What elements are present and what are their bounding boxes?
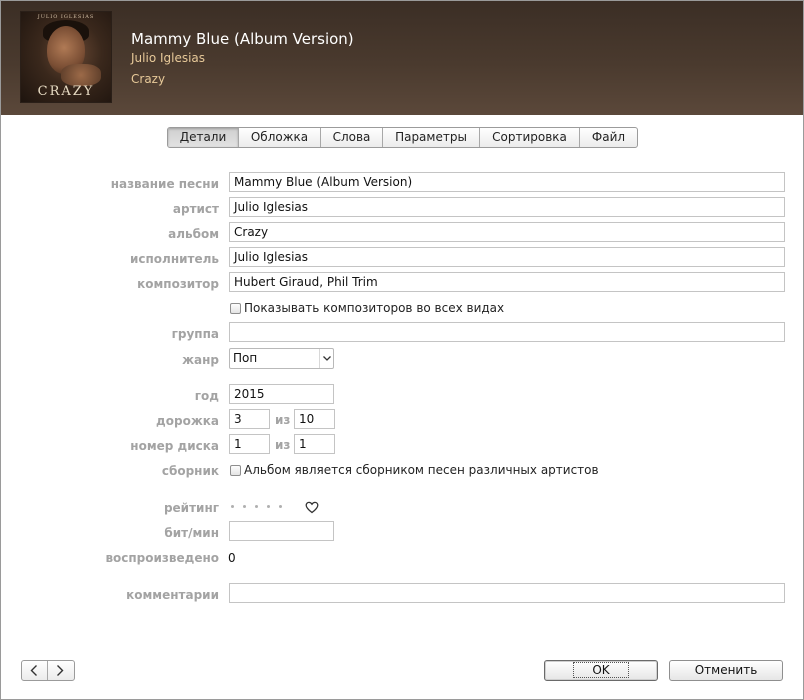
track-navigation [21, 660, 75, 681]
tab-artwork[interactable]: Обложка [239, 128, 321, 147]
bpm-label: бит/мин [164, 526, 219, 540]
chevron-right-icon [57, 665, 64, 676]
song-artist: Julio Iglesias [131, 51, 206, 65]
compilation-checkbox[interactable] [230, 465, 241, 476]
heart-icon[interactable] [305, 501, 319, 515]
ok-button-label: OK [573, 662, 629, 678]
year-label: год [194, 389, 219, 403]
comments-field[interactable] [229, 583, 785, 603]
compilation-checkbox-label: Альбом является сборником песен различны… [244, 463, 599, 477]
song-album: Crazy [131, 72, 166, 86]
bpm-field[interactable] [229, 521, 334, 541]
album-field[interactable]: Crazy [229, 222, 785, 242]
chevron-down-icon [319, 349, 333, 368]
genre-select-value: Поп [233, 351, 258, 365]
tab-lyrics[interactable]: Слова [321, 128, 383, 147]
get-info-dialog: JULIO IGLESIAS CRAZY Mammy Blue (Album V… [0, 0, 804, 700]
artist-field[interactable]: Julio Iglesias [229, 197, 785, 217]
rating-star-4[interactable] [267, 505, 270, 508]
cancel-button[interactable]: Отменить [669, 660, 783, 681]
disc-label: номер диска [130, 439, 219, 453]
tab-file[interactable]: Файл [580, 128, 637, 147]
tab-options[interactable]: Параметры [383, 128, 480, 147]
previous-track-button[interactable] [22, 661, 48, 680]
composer-label: композитор [137, 277, 219, 291]
artist-label: артист [172, 202, 219, 216]
plays-label: воспроизведено [105, 551, 219, 565]
song-name-label: название песни [110, 177, 219, 191]
rating-label: рейтинг [163, 501, 219, 515]
rating-star-2[interactable] [243, 505, 246, 508]
grouping-field[interactable] [229, 322, 785, 342]
song-title: Mammy Blue (Album Version) [131, 30, 354, 48]
tab-sorting[interactable]: Сортировка [480, 128, 580, 147]
album-label: альбом [168, 227, 219, 241]
header: JULIO IGLESIAS CRAZY Mammy Blue (Album V… [1, 1, 803, 115]
disc-number-field[interactable]: 1 [229, 434, 270, 454]
track-label: дорожка [156, 414, 219, 428]
show-composers-checkbox[interactable] [230, 303, 241, 314]
song-name-field[interactable]: Mammy Blue (Album Version) [229, 172, 785, 192]
track-of-label: из [275, 413, 291, 427]
album-artist-field[interactable]: Julio Iglesias [229, 247, 785, 267]
plays-value: 0 [228, 551, 236, 565]
rating-stars[interactable] [231, 501, 282, 508]
rating-star-1[interactable] [231, 505, 234, 508]
grouping-label: группа [171, 327, 219, 341]
genre-select[interactable]: Поп [229, 348, 334, 369]
year-field[interactable]: 2015 [229, 384, 334, 404]
track-total-field[interactable]: 10 [294, 409, 335, 429]
next-track-button[interactable] [48, 661, 74, 680]
disc-total-field[interactable]: 1 [294, 434, 335, 454]
album-artwork-title-text: CRAZY [37, 84, 95, 99]
album-artwork-top-text: JULIO IGLESIAS [37, 14, 95, 20]
track-number-field[interactable]: 3 [229, 409, 270, 429]
composer-field[interactable]: Hubert Giraud, Phil Trim [229, 272, 785, 292]
show-composers-label: Показывать композиторов во всех видах [244, 301, 505, 315]
tab-bar: Детали Обложка Слова Параметры Сортировк… [167, 127, 638, 148]
album-artist-label: исполнитель [129, 252, 219, 266]
chevron-left-icon [30, 665, 37, 676]
ok-button[interactable]: OK [544, 660, 658, 681]
comments-label: комментарии [126, 588, 219, 602]
rating-star-5[interactable] [279, 505, 282, 508]
tab-details[interactable]: Детали [168, 128, 239, 147]
rating-star-3[interactable] [255, 505, 258, 508]
disc-of-label: из [275, 438, 291, 452]
genre-label: жанр [182, 353, 219, 367]
compilation-label: сборник [161, 464, 219, 478]
album-artwork: JULIO IGLESIAS CRAZY [21, 12, 111, 102]
